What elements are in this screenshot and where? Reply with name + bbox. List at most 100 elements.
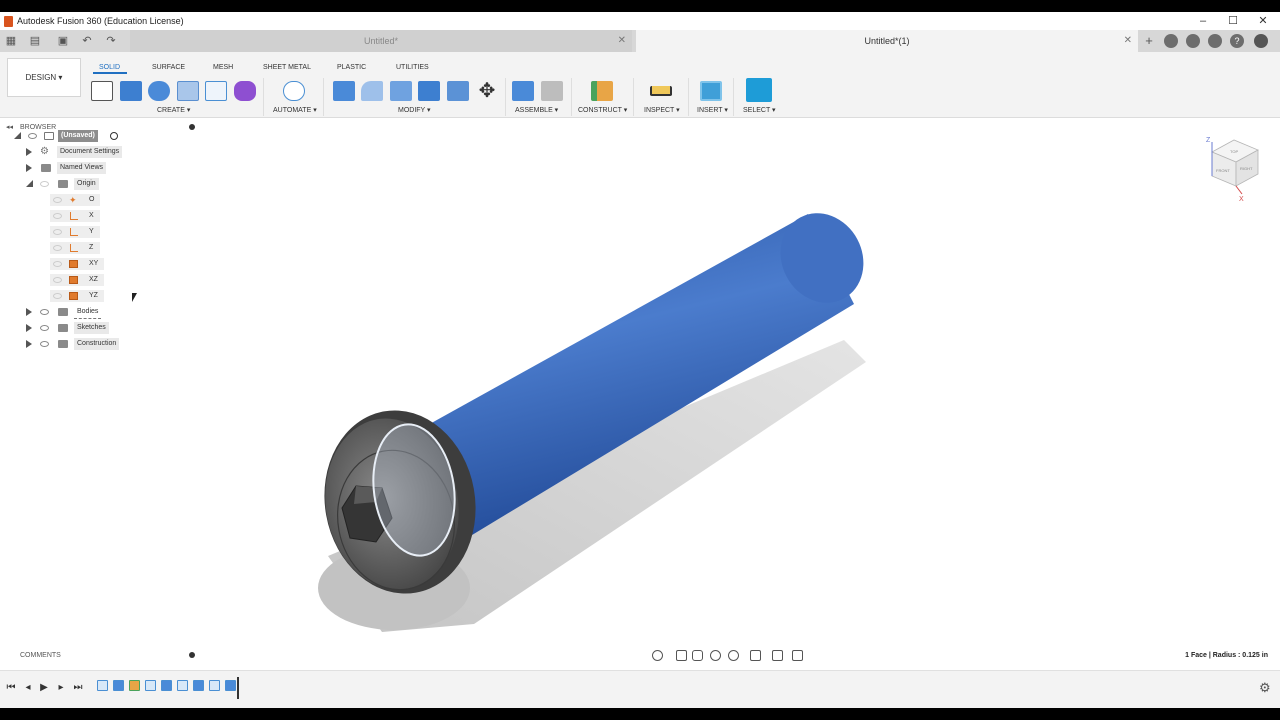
visibility-eye-icon[interactable]: [40, 309, 49, 315]
visibility-eye-icon[interactable]: [28, 133, 37, 139]
insert-menu[interactable]: INSERT ▾: [697, 106, 728, 114]
offset-plane-icon[interactable]: [591, 81, 613, 101]
play-icon[interactable]: ▶: [38, 682, 50, 694]
revolve-icon[interactable]: [148, 81, 170, 101]
tab-plastic[interactable]: PLASTIC: [337, 64, 366, 71]
minimize-button[interactable]: –: [1188, 12, 1218, 30]
timeline-feature-sketch[interactable]: [97, 680, 108, 691]
tree-item-named-views[interactable]: Named Views: [0, 162, 200, 174]
form-icon[interactable]: [234, 81, 256, 101]
tree-item-sketches[interactable]: Sketches: [0, 322, 200, 334]
insert-image-icon[interactable]: [700, 81, 722, 101]
go-to-start-icon[interactable]: ⏮: [5, 682, 17, 694]
visibility-eye-icon[interactable]: [53, 213, 62, 219]
new-component-icon[interactable]: [512, 81, 534, 101]
tree-item-axis-y[interactable]: Y: [50, 226, 100, 238]
visibility-eye-icon[interactable]: [40, 341, 49, 347]
comments-panel[interactable]: COMMENTS: [2, 650, 202, 662]
timeline-marker[interactable]: [237, 677, 239, 699]
tab-untitled[interactable]: Untitled* ✕: [130, 30, 632, 52]
close-button[interactable]: ✕: [1248, 12, 1278, 30]
collapse-icon[interactable]: [14, 132, 21, 139]
tab-sheet-metal[interactable]: SHEET METAL: [263, 64, 311, 71]
extrude-icon[interactable]: [120, 81, 142, 101]
fillet-icon[interactable]: [361, 81, 383, 101]
timeline-feature-sketch[interactable]: [209, 680, 220, 691]
view-cube[interactable]: Z X TOP FRONT RIGHT: [1206, 137, 1259, 203]
activate-icon[interactable]: [110, 132, 118, 140]
automate-icon[interactable]: [283, 81, 305, 101]
expand-icon[interactable]: [26, 164, 32, 172]
timeline-feature-extrude[interactable]: [225, 680, 236, 691]
chamfer-icon[interactable]: [390, 81, 412, 101]
timeline-settings-gear-icon[interactable]: ⚙: [1259, 680, 1271, 696]
collapse-icon[interactable]: [26, 180, 33, 187]
expand-icon[interactable]: [26, 308, 32, 316]
visibility-eye-icon[interactable]: [40, 325, 49, 331]
tree-root[interactable]: (Unsaved): [0, 130, 200, 142]
hole-icon[interactable]: [177, 81, 199, 101]
step-forward-icon[interactable]: ▸: [55, 682, 67, 694]
notifications-icon[interactable]: [1208, 34, 1222, 48]
visibility-eye-icon[interactable]: [53, 229, 62, 235]
close-tab-icon[interactable]: ✕: [618, 30, 626, 52]
expand-icon[interactable]: [26, 148, 32, 156]
file-menu-icon[interactable]: ▤: [28, 34, 42, 48]
visibility-eye-icon[interactable]: [53, 245, 62, 251]
pan-hand-icon[interactable]: [692, 650, 703, 661]
tree-item-bodies[interactable]: Bodies: [0, 306, 200, 319]
tab-surface[interactable]: SURFACE: [152, 64, 185, 71]
timeline-feature-revolve[interactable]: [161, 680, 172, 691]
visibility-eye-icon[interactable]: [53, 197, 62, 203]
fit-icon[interactable]: [728, 650, 739, 661]
tab-mesh[interactable]: MESH: [213, 64, 233, 71]
close-tab-icon[interactable]: ✕: [1124, 30, 1132, 52]
press-pull-icon[interactable]: [333, 81, 355, 101]
viewports-icon[interactable]: [792, 650, 803, 661]
expand-icon[interactable]: [26, 340, 32, 348]
3d-viewport[interactable]: Z X TOP FRONT RIGHT: [204, 118, 1280, 664]
select-icon[interactable]: [746, 78, 772, 102]
construct-menu[interactable]: CONSTRUCT ▾: [578, 106, 627, 114]
maximize-button[interactable]: ☐: [1218, 12, 1248, 30]
redo-icon[interactable]: ↷: [104, 34, 118, 48]
display-settings-icon[interactable]: [750, 650, 761, 661]
tree-item-plane-xy[interactable]: XY: [50, 258, 104, 270]
visibility-eye-icon[interactable]: [53, 277, 62, 283]
undo-icon[interactable]: ↶: [80, 34, 94, 48]
new-tab-icon[interactable]: +: [1142, 34, 1156, 48]
zoom-icon[interactable]: [710, 650, 721, 661]
measure-icon[interactable]: [650, 86, 672, 96]
tree-item-plane-xz[interactable]: XZ: [50, 274, 104, 286]
tree-item-origin[interactable]: Origin: [0, 178, 200, 190]
tab-solid[interactable]: SOLID: [99, 64, 120, 71]
select-menu[interactable]: SELECT ▾: [743, 106, 776, 114]
look-at-icon[interactable]: [676, 650, 687, 661]
timeline-feature-sketch[interactable]: [145, 680, 156, 691]
visibility-eye-icon[interactable]: [53, 261, 62, 267]
tab-utilities[interactable]: UTILITIES: [396, 64, 429, 71]
add-comment-icon[interactable]: [189, 652, 195, 658]
tree-item-construction[interactable]: Construction: [0, 338, 200, 350]
inspect-menu[interactable]: INSPECT ▾: [644, 106, 680, 114]
visibility-eye-icon[interactable]: [53, 293, 62, 299]
pattern-icon[interactable]: [205, 81, 227, 101]
help-icon[interactable]: ?: [1230, 34, 1244, 48]
joint-icon[interactable]: [541, 81, 563, 101]
split-body-icon[interactable]: [447, 81, 469, 101]
tree-item-axis-z[interactable]: Z: [50, 242, 100, 254]
tab-untitled-1[interactable]: Untitled*(1) ✕: [636, 30, 1138, 52]
shell-icon[interactable]: [418, 81, 440, 101]
workspace-switcher-button[interactable]: DESIGN ▾: [7, 58, 81, 97]
timeline-feature-extrude[interactable]: [113, 680, 124, 691]
modify-menu[interactable]: MODIFY ▾: [398, 106, 431, 114]
automate-menu[interactable]: AUTOMATE ▾: [273, 106, 317, 114]
timeline-feature-sketch[interactable]: [177, 680, 188, 691]
visibility-eye-icon[interactable]: [40, 181, 49, 187]
apps-grid-icon[interactable]: ▦: [4, 34, 18, 48]
go-to-end-icon[interactable]: ⏭: [72, 682, 84, 694]
user-avatar[interactable]: [1254, 34, 1268, 48]
step-back-icon[interactable]: ◂: [22, 682, 34, 694]
tree-item-plane-yz[interactable]: YZ: [50, 290, 104, 302]
orbit-icon[interactable]: [652, 650, 663, 661]
